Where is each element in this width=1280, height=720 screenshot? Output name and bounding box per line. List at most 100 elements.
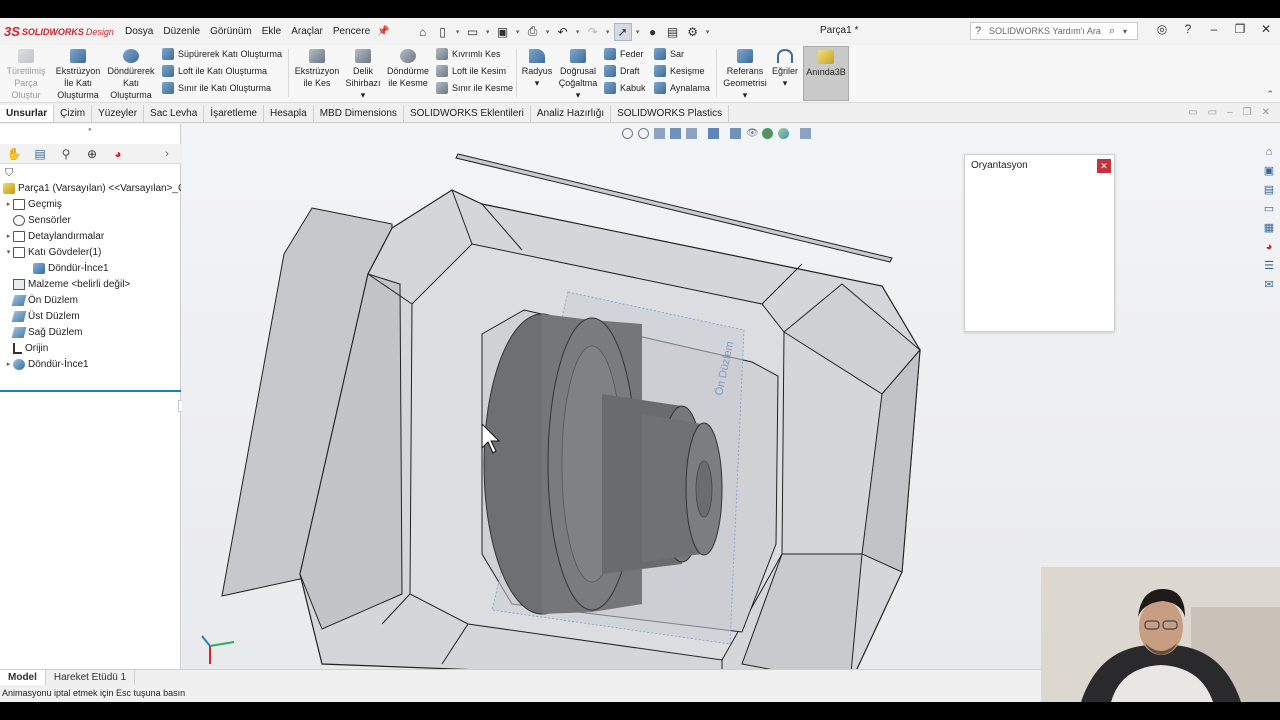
derived-part-button[interactable]: Türetilmiş Parça Oluştur <box>4 49 48 101</box>
collapse-arrow-icon[interactable]: ▾ <box>4 248 13 256</box>
chevron-down-icon[interactable]: ▾ <box>783 78 788 88</box>
tab-sketch[interactable]: Çizim <box>54 105 93 122</box>
tile-icon[interactable]: ▭ <box>1188 107 1197 118</box>
chevron-down-icon[interactable]: ▾ <box>454 28 462 36</box>
collapse-ribbon-icon[interactable]: ⌃ <box>1266 89 1274 100</box>
lofted-boss-button[interactable]: Loft ile Katı Oluşturma <box>162 65 267 77</box>
redo-icon[interactable]: ↷ <box>584 23 602 41</box>
expand-arrow-icon[interactable]: ▸ <box>4 200 13 208</box>
filter-icon[interactable]: ⛉ <box>5 167 13 180</box>
fillet-button[interactable]: Radyus ▾ <box>518 49 556 89</box>
restore-icon[interactable]: ❐ <box>1243 107 1252 118</box>
tree-item-solid-bodies[interactable]: ▾ Katı Gövdeler(1) <box>0 244 181 260</box>
user-account-icon[interactable]: ◎ <box>1154 22 1170 36</box>
options-gear-icon[interactable]: ⚙ <box>684 23 702 41</box>
chevron-down-icon[interactable]: ▾ <box>535 78 540 88</box>
tree-item-right-plane[interactable]: Sağ Düzlem <box>0 324 181 340</box>
extruded-boss-button[interactable]: Ekstrüzyon İle Katı Oluşturma <box>52 49 104 101</box>
minimize-icon[interactable]: – <box>1206 22 1222 36</box>
linear-pattern-button[interactable]: Doğrusal Çoğaltma ▾ <box>556 49 600 101</box>
tab-markup[interactable]: İşaretleme <box>204 105 264 122</box>
open-folder-icon[interactable]: ▭ <box>464 23 482 41</box>
view-palette-icon[interactable]: ▦ <box>1262 221 1276 235</box>
close-icon[interactable]: ✕ <box>1262 107 1270 118</box>
design-library-icon[interactable]: ▤ <box>1262 183 1276 197</box>
configuration-manager-tab-icon[interactable]: ⚲ <box>58 147 74 161</box>
tab-plastics[interactable]: SOLIDWORKS Plastics <box>611 105 730 122</box>
lofted-cut-button[interactable]: Loft ile Kesim <box>436 65 506 77</box>
chevron-down-icon[interactable]: ▾ <box>604 28 612 36</box>
chevron-down-icon[interactable]: ▾ <box>514 28 522 36</box>
tree-item-revolve-thin[interactable]: ▸ Döndür-İnce1 <box>0 356 181 372</box>
tree-root-part[interactable]: Parça1 (Varsayılan) <<Varsayılan>_G <box>0 180 181 196</box>
hole-wizard-button[interactable]: Delik Sihirbazı ▾ <box>342 49 384 101</box>
chevron-down-icon[interactable]: ▾ <box>576 90 581 100</box>
tab-surfaces[interactable]: Yüzeyler <box>92 105 145 122</box>
print-icon[interactable]: ⎙ <box>524 23 542 41</box>
chevron-down-icon[interactable]: ▾ <box>704 28 712 36</box>
curves-button[interactable]: Eğriler ▾ <box>770 49 800 89</box>
tree-item-material[interactable]: Malzeme <belirli değil> <box>0 276 181 292</box>
intersect-button[interactable]: Kesişme <box>654 65 705 77</box>
tree-item-history[interactable]: ▸ Geçmiş <box>0 196 181 212</box>
menu-view[interactable]: Görünüm <box>205 26 257 37</box>
feature-manager-tab-icon[interactable]: ✋ <box>6 147 22 161</box>
close-icon[interactable]: ✕ <box>1097 159 1111 173</box>
chevron-down-icon[interactable]: ▾ <box>361 90 366 100</box>
tab-mbd-dimensions[interactable]: MBD Dimensions <box>314 105 404 122</box>
new-document-icon[interactable]: ▯ <box>434 23 452 41</box>
mirror-button[interactable]: Aynalama <box>654 82 710 94</box>
chevron-down-icon[interactable]: ▾ <box>743 90 748 100</box>
rib-button[interactable]: Feder <box>604 48 644 60</box>
chevron-down-icon[interactable]: ▾ <box>574 28 582 36</box>
tree-item-sensors[interactable]: Sensörler <box>0 212 181 228</box>
boundary-boss-button[interactable]: Sınır ile Katı Oluşturma <box>162 82 271 94</box>
panel-grip-icon[interactable]: ● <box>88 127 92 133</box>
tab-analysis-prep[interactable]: Analiz Hazırlığı <box>531 105 612 122</box>
save-icon[interactable]: ▣ <box>494 23 512 41</box>
dimxpert-tab-icon[interactable]: ⊕ <box>84 147 100 161</box>
help-search-input[interactable]: ? SOLIDWORKS Yardım'ı Ara ⌕ ▾ <box>970 22 1138 40</box>
chevron-down-icon[interactable]: ▾ <box>634 28 642 36</box>
chevron-down-icon[interactable]: ▾ <box>544 28 552 36</box>
minimize-icon[interactable]: – <box>1227 107 1233 118</box>
app-logo[interactable]: 3S SOLIDWORKS Design <box>0 24 120 39</box>
draft-button[interactable]: Draft <box>604 65 640 77</box>
chevron-down-icon[interactable]: ▾ <box>1123 27 1137 36</box>
tab-model[interactable]: Model <box>0 670 46 685</box>
tab-evaluate[interactable]: Hesapla <box>264 105 314 122</box>
rollback-bar[interactable] <box>0 390 181 392</box>
appearances-icon[interactable]: ◕ <box>1262 240 1276 254</box>
tree-item-annotations[interactable]: ▸ Detaylandırmalar <box>0 228 181 244</box>
tab-addins[interactable]: SOLIDWORKS Eklentileri <box>404 105 531 122</box>
shell-button[interactable]: Kabuk <box>604 82 646 94</box>
expand-arrow-icon[interactable]: ▸ <box>4 360 13 368</box>
pin-icon[interactable]: 📌 <box>377 26 389 37</box>
boundary-cut-button[interactable]: Sınır ile Kesme <box>436 82 513 94</box>
undo-icon[interactable]: ↶ <box>554 23 572 41</box>
swept-boss-button[interactable]: Süpürerek Katı Oluşturma <box>162 48 282 60</box>
search-icon[interactable]: ⌕ <box>1109 25 1123 38</box>
cascade-icon[interactable]: ▭ <box>1208 107 1217 118</box>
revolved-boss-button[interactable]: Döndürerek Katı Oluşturma <box>104 49 158 101</box>
tab-features[interactable]: Unsurlar <box>0 105 55 122</box>
menu-window[interactable]: Pencere <box>328 26 375 37</box>
property-manager-tab-icon[interactable]: ▤ <box>32 147 48 161</box>
wrap-button[interactable]: Sar <box>654 48 684 60</box>
reference-geometry-button[interactable]: Referans Geometrisi ▾ <box>720 49 770 101</box>
chevron-right-icon[interactable]: › <box>159 148 175 160</box>
extruded-cut-button[interactable]: Ekstrüzyon ile Kes <box>292 49 342 89</box>
menu-edit[interactable]: Düzenle <box>158 26 205 37</box>
menu-file[interactable]: Dosya <box>120 26 158 37</box>
select-pointer-icon[interactable]: ➚ <box>613 22 632 41</box>
resources-icon[interactable]: ▣ <box>1262 164 1276 178</box>
help-icon[interactable]: ? <box>1180 22 1196 36</box>
chevron-down-icon[interactable]: ▾ <box>484 28 492 36</box>
menu-tools[interactable]: Araçlar <box>286 26 328 37</box>
tree-item-body[interactable]: Döndür-İnce1 <box>0 260 181 276</box>
custom-properties-icon[interactable]: ☰ <box>1262 259 1276 273</box>
display-manager-tab-icon[interactable]: ◕ <box>110 147 126 161</box>
expand-arrow-icon[interactable]: ▸ <box>4 232 13 240</box>
file-properties-icon[interactable]: ▤ <box>664 23 682 41</box>
tab-motion-study[interactable]: Hareket Etüdü 1 <box>46 670 136 685</box>
